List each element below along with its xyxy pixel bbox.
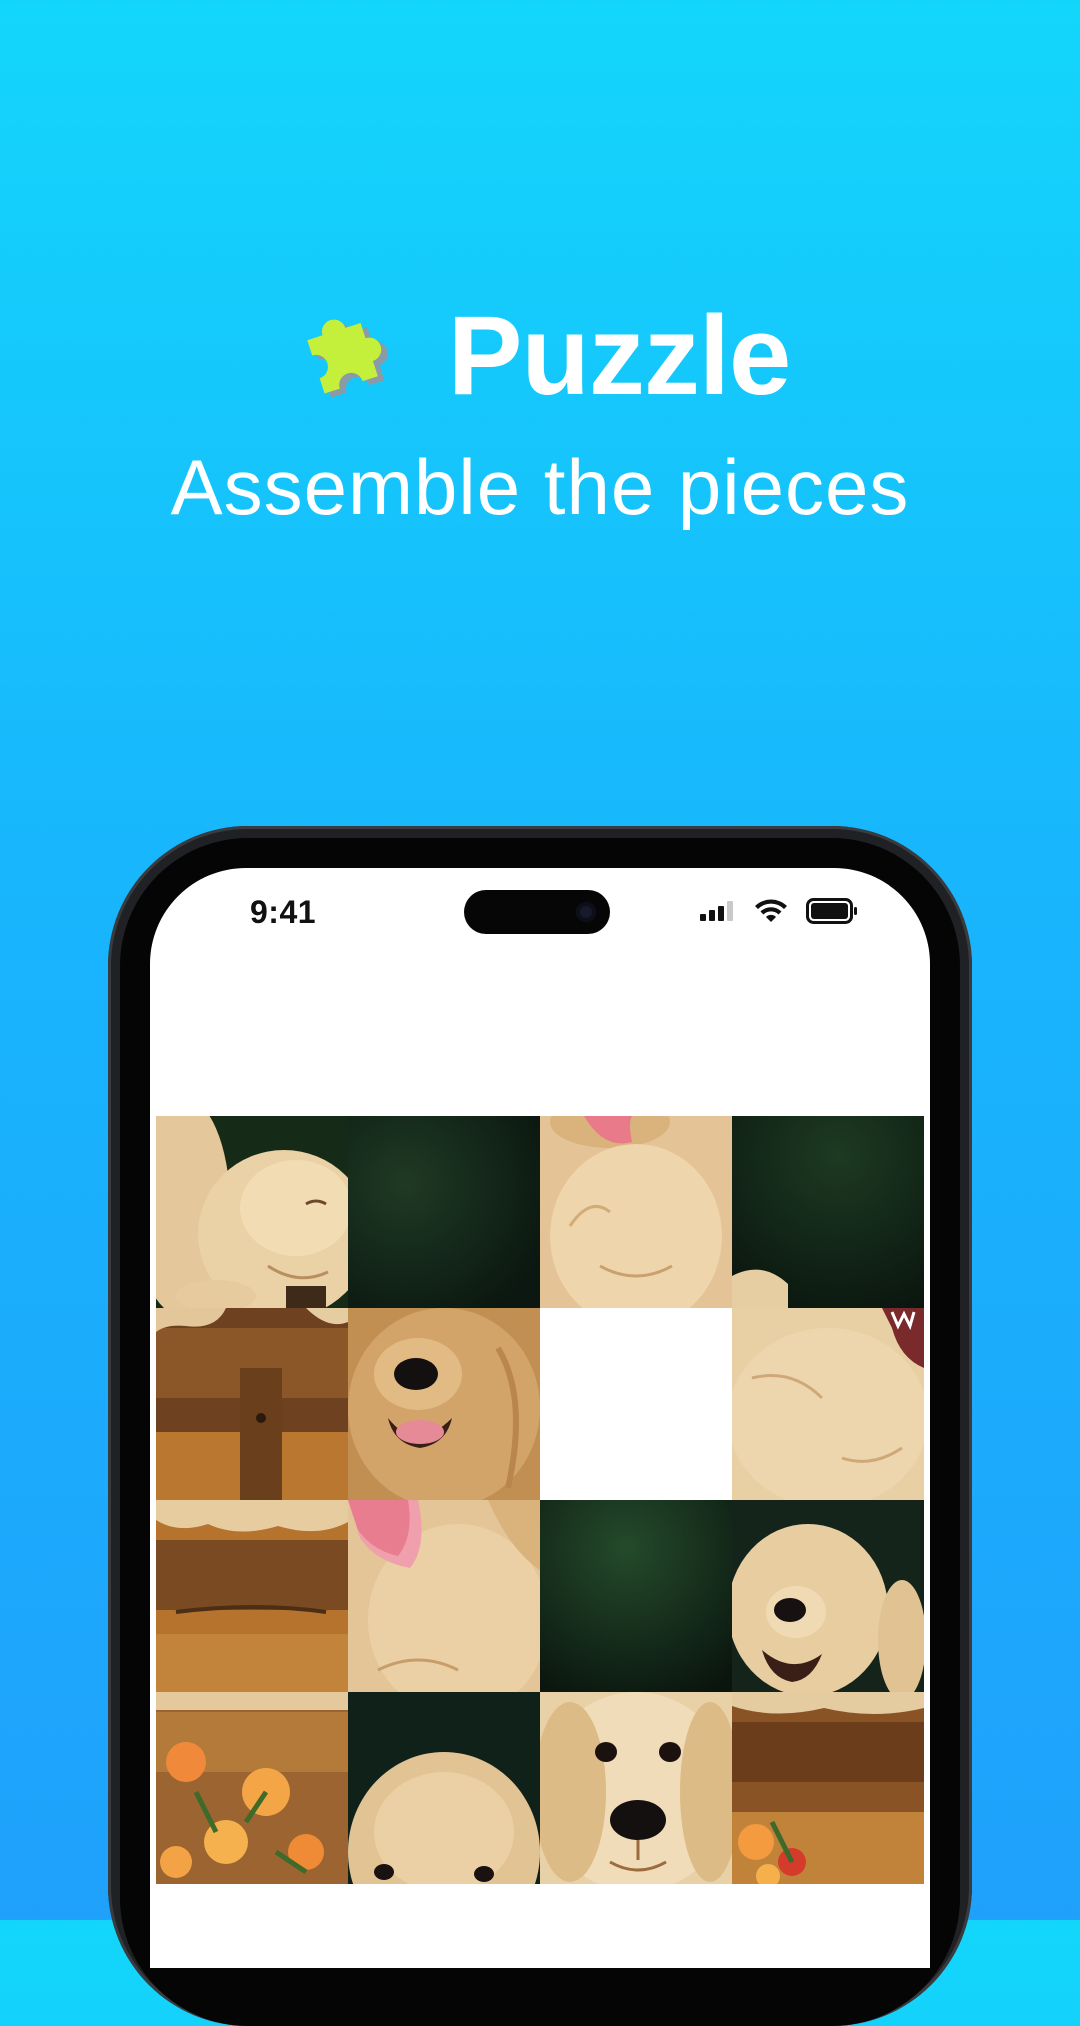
battery-icon (806, 898, 857, 924)
tile-image (156, 1500, 348, 1692)
puzzle-tile[interactable] (156, 1500, 348, 1692)
tile-image (540, 1500, 732, 1692)
tile-image (156, 1308, 348, 1500)
tile-image (156, 1692, 348, 1884)
wifi-icon (755, 899, 787, 922)
cellular-signal-icon (700, 901, 733, 921)
puzzle-tile[interactable] (540, 1116, 732, 1308)
tile-image (732, 1116, 924, 1308)
tile-image (732, 1500, 924, 1692)
puzzle-tile[interactable] (732, 1692, 924, 1884)
puzzle-tile[interactable] (156, 1116, 348, 1308)
status-time: 9:41 (250, 894, 317, 930)
tile-image (732, 1692, 924, 1884)
tile-image (348, 1116, 540, 1308)
tile-image (348, 1500, 540, 1692)
puzzle-tile[interactable] (540, 1500, 732, 1692)
tile-image (540, 1692, 732, 1884)
hero-title: Puzzle (447, 293, 792, 418)
puzzle-tile[interactable] (156, 1308, 348, 1500)
puzzle-tile[interactable] (348, 1308, 540, 1500)
tile-image (156, 1116, 348, 1308)
tile-image (348, 1692, 540, 1884)
phone-screen: 9:41 (150, 868, 930, 1968)
hero-title-row: Puzzle (0, 290, 1080, 418)
puzzle-tile[interactable] (540, 1692, 732, 1884)
puzzle-tile[interactable] (732, 1308, 924, 1500)
puzzle-board (156, 1116, 924, 1884)
dynamic-island (464, 890, 610, 934)
status-icons (700, 898, 858, 924)
front-camera (576, 902, 596, 922)
empty-slot[interactable] (540, 1308, 732, 1500)
puzzle-tile[interactable] (156, 1692, 348, 1884)
tile-image (540, 1116, 732, 1308)
puzzle-tile[interactable] (732, 1116, 924, 1308)
puzzle-piece-icon (307, 319, 388, 398)
puzzle-tile[interactable] (732, 1500, 924, 1692)
tile-image (732, 1308, 924, 1500)
tile-image (348, 1308, 540, 1500)
puzzle-tile[interactable] (348, 1116, 540, 1308)
hero-subtitle: Assemble the pieces (170, 443, 910, 531)
puzzle-tile[interactable] (348, 1692, 540, 1884)
puzzle-tile[interactable] (348, 1500, 540, 1692)
